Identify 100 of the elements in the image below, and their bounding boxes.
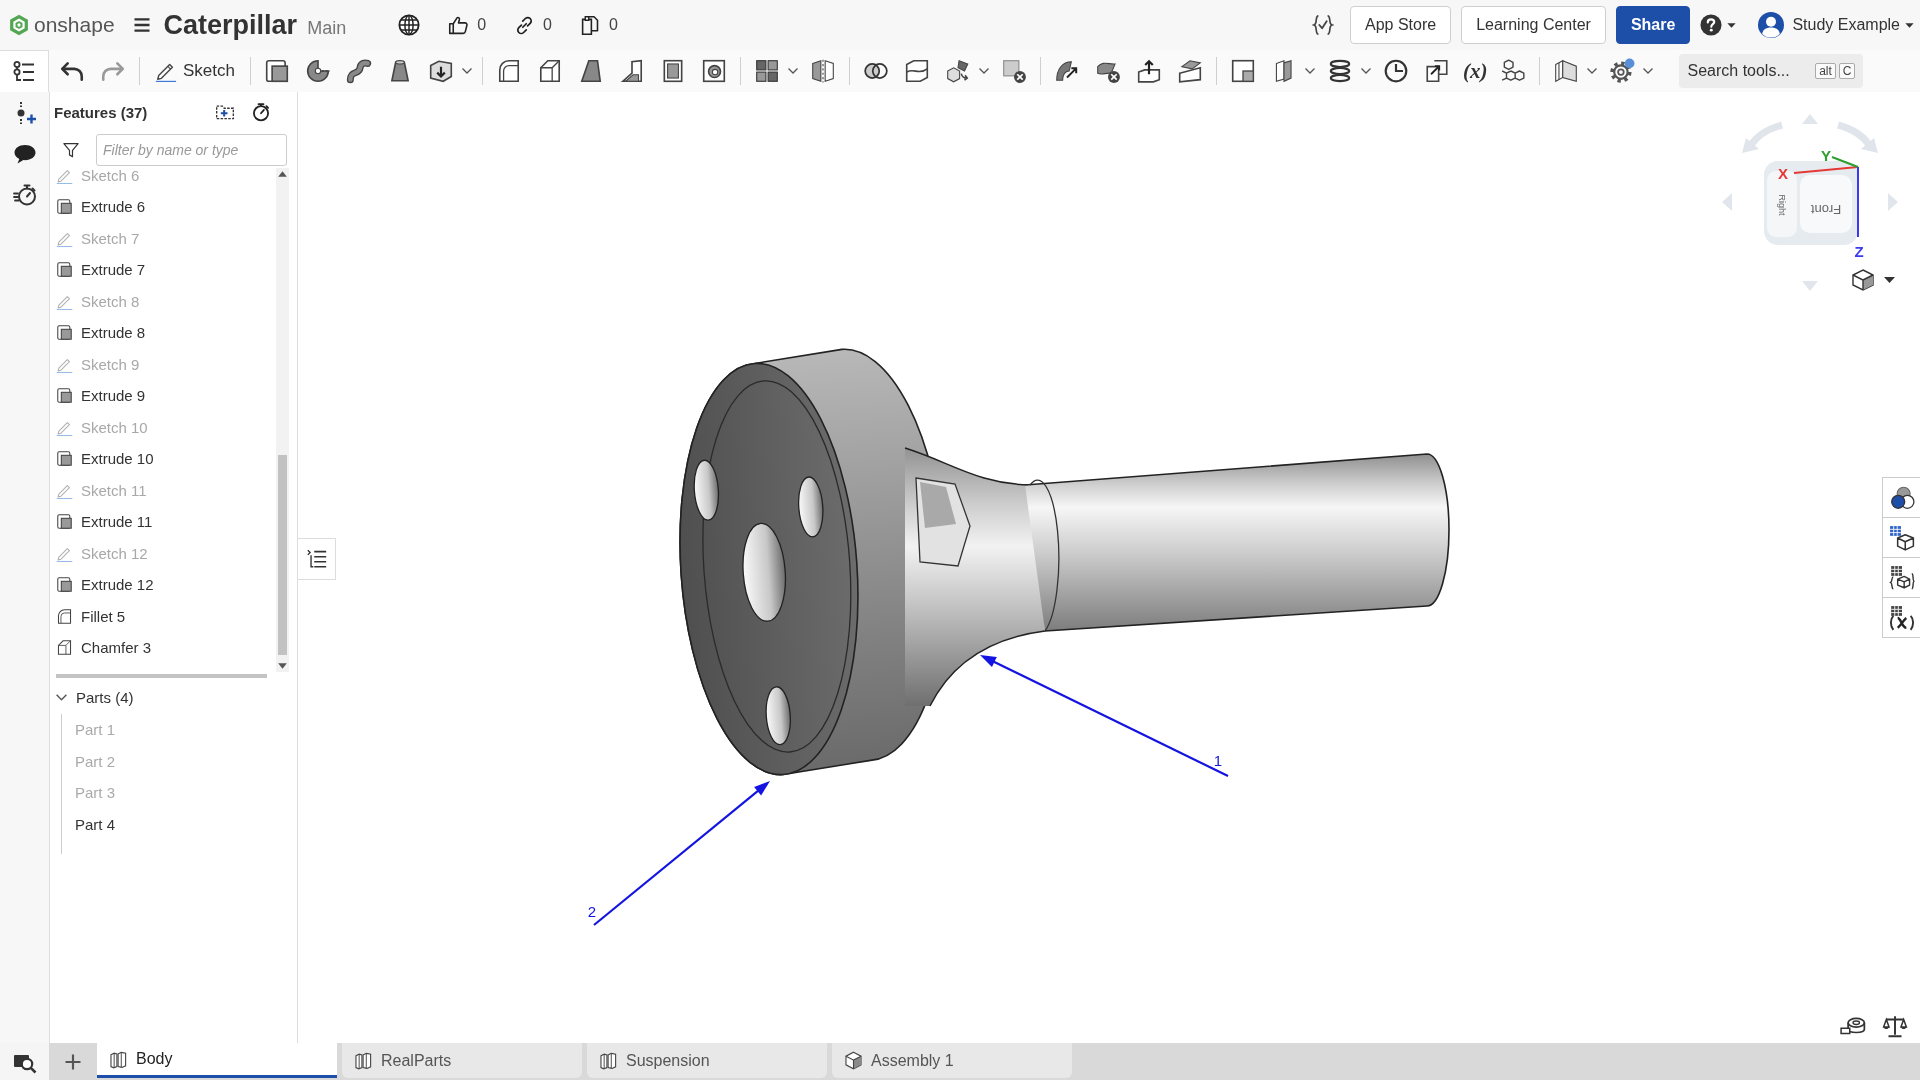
- part-item[interactable]: Part 4: [62, 808, 182, 840]
- caret-icon[interactable]: [1727, 20, 1737, 30]
- globe-icon[interactable]: [398, 14, 421, 36]
- document-title: Caterpillar: [163, 9, 298, 41]
- horizontal-scrollbar[interactable]: [56, 674, 267, 678]
- box-icon: [56, 387, 73, 404]
- copy-icon[interactable]: [579, 14, 601, 36]
- box-delete-icon[interactable]: [1001, 58, 1027, 84]
- stopwatch-icon[interactable]: [12, 183, 37, 207]
- side-panel-button[interactable]: [1882, 597, 1920, 638]
- scrollbar-thumb[interactable]: [278, 455, 287, 655]
- axis-label: Y: [1821, 147, 1831, 164]
- box-up-arrow-icon[interactable]: [1136, 58, 1162, 84]
- feature-item[interactable]: Extrude 12: [50, 568, 276, 601]
- callout-number: 2: [587, 903, 597, 920]
- box-icon: [56, 450, 73, 467]
- document-tab[interactable]: Assembly 1: [832, 1043, 1072, 1078]
- face-arrow-icon[interactable]: [1054, 58, 1080, 84]
- two-boxes-icon: [354, 1051, 373, 1070]
- slanted-box-icon[interactable]: [1177, 58, 1203, 84]
- bent-sheet-icon[interactable]: [1553, 58, 1580, 84]
- header-button[interactable]: Learning Center: [1461, 6, 1606, 44]
- feature-item[interactable]: Chamfer 3: [50, 631, 276, 664]
- triangle-down-icon[interactable]: [276, 661, 289, 672]
- feature-item[interactable]: Extrude 8: [50, 316, 276, 349]
- user-avatar-icon[interactable]: [1758, 12, 1785, 38]
- box-import-icon[interactable]: [1424, 58, 1450, 84]
- cube-face-label: Front: [1810, 201, 1842, 217]
- balance-scale-icon[interactable]: [1882, 1013, 1908, 1039]
- list-indent-icon: [305, 548, 328, 570]
- plane-icon[interactable]: [1230, 58, 1256, 84]
- hexagon-cluster-icon[interactable]: [1500, 58, 1527, 84]
- braces-check-icon[interactable]: [1312, 14, 1334, 36]
- branch-label[interactable]: Main: [307, 17, 347, 39]
- thumbs-up-icon[interactable]: [448, 14, 470, 36]
- hexagon-logo-icon[interactable]: [8, 14, 30, 36]
- feature-item[interactable]: Extrude 9: [50, 379, 276, 412]
- feature-item[interactable]: Extrude 11: [50, 505, 276, 538]
- settings-icon[interactable]: [1609, 58, 1636, 84]
- cube-face-label: Right: [1776, 194, 1787, 216]
- panel-title: Features (37): [54, 103, 148, 121]
- document-tab[interactable]: Body: [97, 1043, 337, 1078]
- triangle-up-icon[interactable]: [276, 168, 289, 179]
- grid-cube-icon: [1888, 524, 1915, 551]
- two-boxes-icon: [599, 1051, 618, 1070]
- box-icon: [56, 261, 73, 278]
- brand-name[interactable]: onshape: [34, 13, 115, 37]
- split-box-icon[interactable]: [904, 58, 930, 84]
- box-hole-icon[interactable]: [701, 58, 727, 84]
- box-icon[interactable]: [264, 58, 290, 84]
- curved-tube-icon[interactable]: [346, 58, 372, 84]
- user-name[interactable]: Study Example: [1792, 16, 1900, 34]
- comment-icon[interactable]: [12, 142, 37, 166]
- count-label: 0: [608, 16, 618, 34]
- clock-icon[interactable]: [1383, 58, 1409, 84]
- feature-item[interactable]: Extrude 6: [50, 190, 276, 223]
- variables-button[interactable]: (x): [1461, 58, 1490, 84]
- feature-item[interactable]: Extrude 10: [50, 442, 276, 475]
- two-boxes-icon: [109, 1049, 128, 1069]
- box-icon: [56, 513, 73, 530]
- share-button[interactable]: Share: [1615, 6, 1691, 44]
- axis-label: X: [1778, 165, 1788, 182]
- cube-icon[interactable]: [1852, 269, 1874, 291]
- feature-item[interactable]: Fillet 5: [50, 600, 276, 632]
- search-field[interactable]: Search tools...: [1687, 58, 1813, 84]
- filter-field[interactable]: Filter by name or type: [96, 134, 287, 166]
- search-box[interactable]: Search tools... alt C: [1679, 54, 1864, 88]
- caret-icon[interactable]: [1884, 277, 1895, 283]
- header-button[interactable]: App Store: [1350, 6, 1452, 44]
- grid-squares-icon[interactable]: [754, 58, 780, 84]
- box-icon: [56, 198, 73, 215]
- grid-variable-icon: [1888, 604, 1915, 631]
- feature-tree-icon[interactable]: [12, 59, 36, 84]
- beveled-box-icon[interactable]: [537, 58, 563, 84]
- rounded-box-icon: [56, 607, 73, 625]
- helix-icon[interactable]: [1327, 58, 1353, 84]
- color-circles-icon: [1888, 484, 1915, 511]
- feature-item[interactable]: Extrude 7: [50, 253, 276, 286]
- document-tab[interactable]: Suspension: [587, 1043, 827, 1078]
- scrollbar[interactable]: [276, 168, 289, 672]
- stopwatch-icon[interactable]: [251, 101, 271, 123]
- box-icon: [56, 576, 73, 593]
- filter-icon[interactable]: [62, 141, 80, 159]
- panel-toggle-button[interactable]: [298, 538, 336, 580]
- count-label: 0: [543, 16, 552, 34]
- parts-header[interactable]: Parts (4): [50, 680, 140, 714]
- side-panel-button[interactable]: [1882, 477, 1920, 518]
- mirror-halves-icon[interactable]: [810, 58, 836, 84]
- shapes-arrow-icon[interactable]: [945, 58, 971, 84]
- sketch-button[interactable]: Sketch: [149, 54, 241, 88]
- help-icon[interactable]: [1700, 14, 1723, 36]
- document-tab[interactable]: RealParts: [342, 1043, 582, 1078]
- keyboard-key: C: [1838, 63, 1856, 79]
- bracket-icon[interactable]: [619, 58, 645, 84]
- rounded-box-icon[interactable]: [496, 58, 522, 84]
- caret-icon[interactable]: [1905, 20, 1914, 30]
- trapezoid-icon[interactable]: [578, 58, 604, 84]
- pencil-icon: [56, 168, 73, 184]
- axis-label: Z: [1854, 243, 1864, 260]
- box-down-arrow-icon[interactable]: [428, 58, 454, 84]
